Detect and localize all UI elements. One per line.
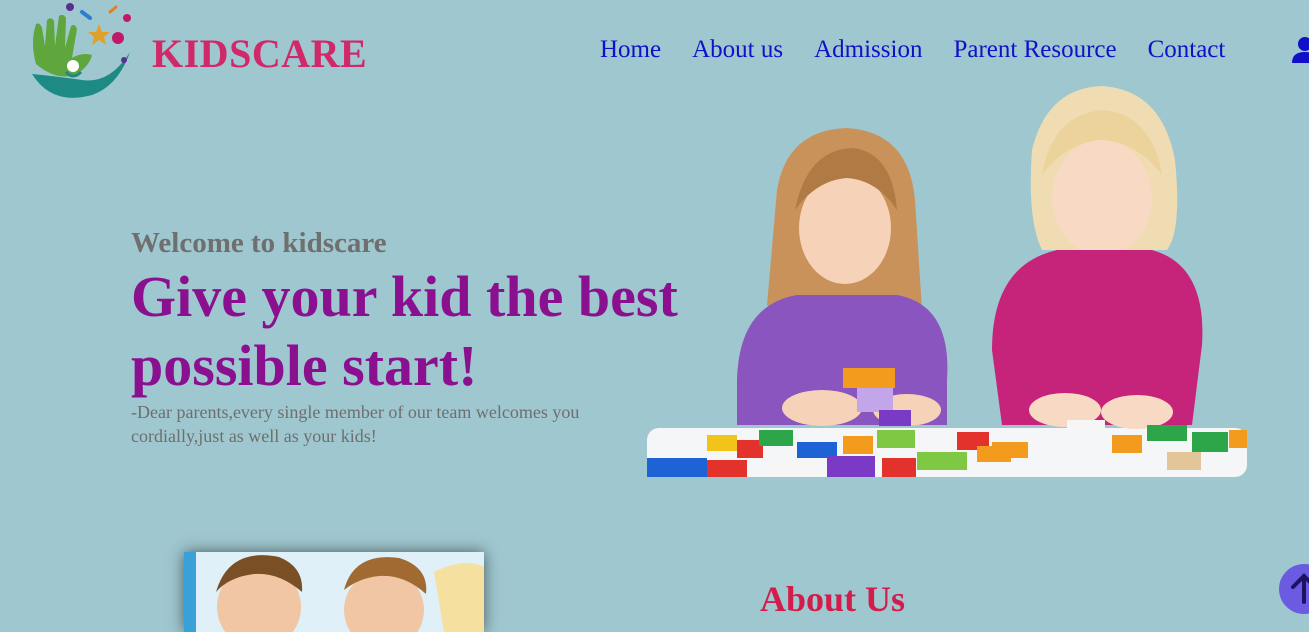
- nav-about-us[interactable]: About us: [692, 36, 783, 64]
- hero-image: [647, 80, 1247, 477]
- hero-subtext: -Dear parents,every single member of our…: [131, 402, 580, 446]
- about-heading: About Us: [760, 579, 906, 619]
- arrow-up-icon: [1291, 573, 1309, 604]
- nav-contact[interactable]: Contact: [1148, 36, 1226, 64]
- welcome-heading: Welcome to kidscare: [131, 227, 387, 259]
- nav-admission[interactable]: Admission: [814, 36, 922, 64]
- scroll-to-top-button[interactable]: [1279, 564, 1309, 614]
- main-nav: Home About us Admission Parent Resource Cont…: [600, 36, 1256, 64]
- nav-parent-resource[interactable]: Parent Resource: [953, 36, 1116, 64]
- brand-name[interactable]: KIDSCARE: [152, 30, 367, 77]
- kidscare-logo-icon[interactable]: [26, 2, 136, 102]
- about-image: [184, 552, 484, 632]
- nav-home[interactable]: Home: [600, 36, 661, 64]
- hero-headline: Give your kid the best possible start!: [131, 264, 678, 398]
- user-icon[interactable]: [1291, 36, 1309, 64]
